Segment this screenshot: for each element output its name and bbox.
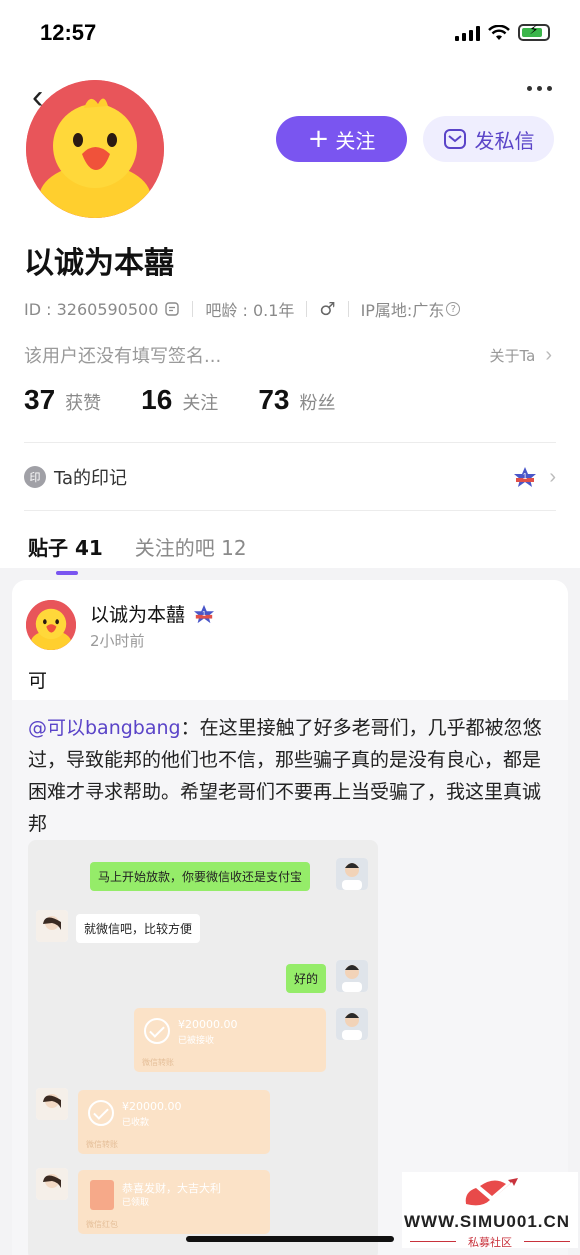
post-author-name: 以诚为本囍 <box>90 604 186 626</box>
chat-avatar-female <box>36 1088 68 1120</box>
post-avatar[interactable] <box>26 600 76 650</box>
chat-message: 马上开始放款，你要微信收还是支付宝 <box>90 862 311 891</box>
plus-icon: + <box>307 124 330 154</box>
post-author[interactable]: 以诚为本囍 1 <box>90 600 215 627</box>
check-icon <box>144 1018 170 1044</box>
signal-icon <box>455 25 480 41</box>
transfer-amount: ¥20000.00 <box>178 1018 238 1031</box>
svg-text:1: 1 <box>523 472 528 481</box>
stat-fans-count: 73 <box>258 384 290 415</box>
stat-likes-label: 获赞 <box>65 393 102 414</box>
user-id: ID : 3260590500 <box>24 299 159 319</box>
red-packet-icon <box>90 1180 114 1210</box>
transfer-status: 已被接收 <box>178 1036 215 1046</box>
watermark-url: WWW.SIMU001.CN <box>404 1212 571 1231</box>
badge-row[interactable]: 印 Ta的印记 1 › <box>24 460 556 494</box>
message-label: 发私信 <box>474 128 535 153</box>
stat-following-label: 关注 <box>182 393 219 414</box>
chat-avatar-female <box>36 1168 68 1200</box>
username: 以诚为本囍 <box>24 246 174 281</box>
red-packet-status: 已领取 <box>122 1198 150 1208</box>
copy-icon[interactable] <box>164 301 180 317</box>
stat-following-count: 16 <box>141 384 173 415</box>
transfer-status: 已收款 <box>122 1118 150 1128</box>
help-icon[interactable]: ? <box>446 302 461 316</box>
stats-row: 37 获赞 16 关注 73 粉丝 <box>24 384 375 416</box>
ip-location: IP属地:广东 <box>360 301 445 320</box>
follow-button[interactable]: + 关注 <box>276 116 407 162</box>
chevron-right-icon: › <box>545 344 552 366</box>
divider <box>524 1241 570 1242</box>
stat-likes-count: 37 <box>24 384 56 415</box>
check-icon <box>88 1100 114 1126</box>
tab-posts[interactable]: 贴子 41 <box>28 532 103 575</box>
transfer-amount: ¥20000.00 <box>122 1100 182 1113</box>
transfer-card: ¥20000.00 已收款 微信转账 <box>78 1090 270 1154</box>
follow-label: 关注 <box>335 128 376 153</box>
chat-message: 就微信吧，比较方便 <box>76 914 201 943</box>
forum-age: 吧龄 : 0.1年 <box>205 301 295 320</box>
transfer-footer: 微信转账 <box>142 1058 174 1067</box>
logo-icon <box>465 1178 518 1206</box>
post-time: 2小时前 <box>90 632 145 650</box>
stat-fans[interactable]: 73 粉丝 <box>258 384 335 416</box>
chat-avatar-male <box>336 858 368 890</box>
red-packet-footer: 微信红包 <box>86 1220 118 1229</box>
chevron-right-icon: › <box>549 465 556 488</box>
divider <box>24 442 556 443</box>
red-packet-card: 恭喜发财，大吉大利 已领取 微信红包 <box>78 1170 270 1234</box>
transfer-card: ¥20000.00 已被接收 微信转账 <box>134 1008 326 1072</box>
badge-right: 1 › <box>513 466 556 489</box>
watermark-subtitle: 私募社区 <box>468 1236 512 1249</box>
chat-avatar-male <box>336 1008 368 1040</box>
chat-message: 好的 <box>286 964 327 993</box>
status-bar: 12:57 ⚡ <box>0 0 580 64</box>
quote-text: @可以bangbang：在这里接触了好多老哥们，几乎都被忽悠过，导致能邦的他们也… <box>28 712 558 840</box>
seal-icon: 印 <box>24 466 46 488</box>
stat-likes[interactable]: 37 获赞 <box>24 384 101 416</box>
chat-avatar-female <box>36 910 68 942</box>
mail-icon <box>443 129 466 149</box>
svg-text:1: 1 <box>202 608 206 617</box>
badge-label: Ta的印记 <box>54 468 128 489</box>
status-time: 12:57 <box>40 20 97 45</box>
level-badge-icon: 1 <box>514 467 537 487</box>
more-options-icon[interactable] <box>527 86 552 91</box>
chat-avatar-male <box>336 960 368 992</box>
meta-row: ID : 3260590500 吧龄 : 0.1年 ♂ IP属地:广东 ? <box>24 297 461 321</box>
avatar[interactable] <box>26 80 164 218</box>
red-packet-title: 恭喜发财，大吉大利 <box>122 1182 221 1195</box>
divider <box>24 510 556 511</box>
stat-following[interactable]: 16 关注 <box>141 384 218 416</box>
chat-screenshot-image[interactable]: 马上开始放款，你要微信收还是支付宝 就微信吧，比较方便 好的 ¥20000.00… <box>28 840 378 1255</box>
about-ta-label: 关于Ta <box>489 347 536 365</box>
battery-icon: ⚡ <box>518 23 550 41</box>
about-ta-link[interactable]: 关于Ta › <box>489 344 552 367</box>
level-badge-icon: 1 <box>194 604 215 623</box>
stat-fans-label: 粉丝 <box>299 393 336 414</box>
watermark-logo: WWW.SIMU001.CN 私募社区 <box>402 1172 578 1249</box>
private-message-button[interactable]: 发私信 <box>423 116 554 162</box>
wifi-icon <box>488 24 510 40</box>
post-text: 可 <box>28 670 48 692</box>
transfer-footer: 微信转账 <box>86 1140 118 1149</box>
back-button[interactable]: ‹ <box>32 80 43 114</box>
mention-link[interactable]: @可以bangbang <box>28 717 181 739</box>
signature: 该用户还没有填写签名... <box>24 346 222 367</box>
status-icons: ⚡ <box>455 23 550 41</box>
tab-bar: 贴子 41 关注的吧 12 <box>28 532 247 575</box>
home-indicator <box>186 1236 394 1242</box>
tab-followed-forums[interactable]: 关注的吧 12 <box>135 532 247 561</box>
profile-section: ‹ + 关注 发私信 以诚为本囍 ID : 3260590500 吧龄 : 0.… <box>0 64 580 575</box>
gender-icon: ♂ <box>319 298 336 320</box>
post-card[interactable]: 以诚为本囍 1 2小时前 可 @可以bangbang：在这里接触了好多老哥们，几… <box>12 580 568 1255</box>
